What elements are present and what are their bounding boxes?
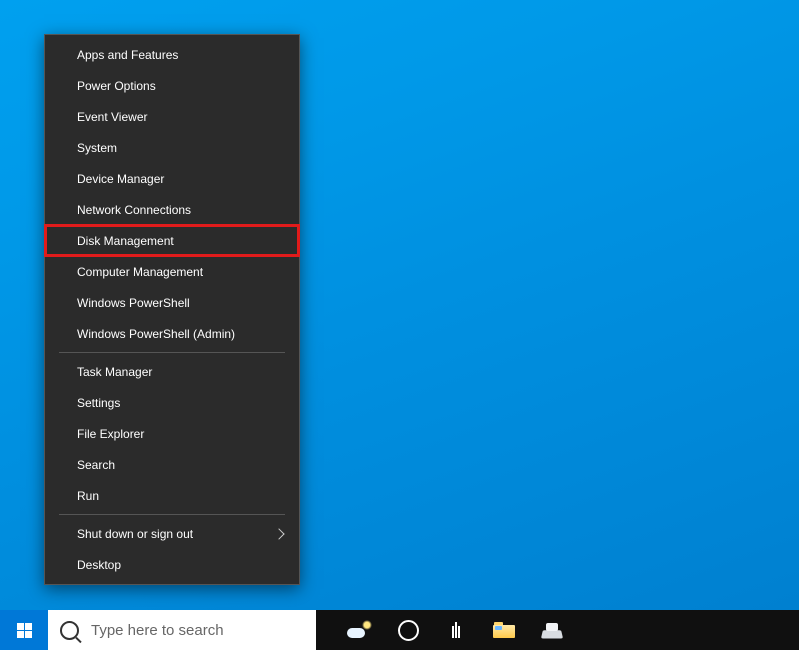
winx-item-device-manager[interactable]: Device Manager xyxy=(45,163,299,194)
search-box[interactable]: Type here to search xyxy=(48,610,316,650)
menu-item-label: Power Options xyxy=(77,79,156,93)
start-button[interactable] xyxy=(0,610,48,650)
menu-item-label: Windows PowerShell (Admin) xyxy=(77,327,235,341)
menu-item-label: System xyxy=(77,141,117,155)
winx-item-apps-and-features[interactable]: Apps and Features xyxy=(45,39,299,70)
taskbar: Type here to search xyxy=(0,610,799,650)
menu-item-label: Settings xyxy=(77,396,120,410)
menu-item-label: Device Manager xyxy=(77,172,164,186)
winx-item-windows-powershell-admin[interactable]: Windows PowerShell (Admin) xyxy=(45,318,299,349)
winx-item-network-connections[interactable]: Network Connections xyxy=(45,194,299,225)
task-view-button[interactable] xyxy=(432,610,480,650)
winx-item-run[interactable]: Run xyxy=(45,480,299,511)
menu-item-label: Disk Management xyxy=(77,234,174,248)
chevron-right-icon xyxy=(273,528,284,539)
winx-item-settings[interactable]: Settings xyxy=(45,387,299,418)
aomei-app-taskbar-icon[interactable] xyxy=(528,610,576,650)
winx-item-task-manager[interactable]: Task Manager xyxy=(45,356,299,387)
menu-item-label: Shut down or sign out xyxy=(77,527,193,541)
cortana-button[interactable] xyxy=(384,610,432,650)
menu-item-label: Windows PowerShell xyxy=(77,296,190,310)
menu-item-label: Computer Management xyxy=(77,265,203,279)
windows-logo-icon xyxy=(17,623,32,638)
file-explorer-taskbar-icon[interactable] xyxy=(480,610,528,650)
winx-item-power-options[interactable]: Power Options xyxy=(45,70,299,101)
winx-item-disk-management[interactable]: Disk Management xyxy=(45,225,299,256)
cortana-ring-icon xyxy=(398,620,419,641)
winx-item-file-explorer[interactable]: File Explorer xyxy=(45,418,299,449)
search-placeholder-text: Type here to search xyxy=(91,622,224,639)
weather-widget[interactable] xyxy=(336,610,384,650)
winx-item-event-viewer[interactable]: Event Viewer xyxy=(45,101,299,132)
task-view-icon xyxy=(452,622,460,638)
menu-separator xyxy=(59,514,285,515)
menu-item-label: Apps and Features xyxy=(77,48,178,62)
folder-icon xyxy=(493,622,515,638)
winx-item-windows-powershell[interactable]: Windows PowerShell xyxy=(45,287,299,318)
weather-icon xyxy=(345,620,375,640)
winx-item-desktop[interactable]: Desktop xyxy=(45,549,299,580)
menu-item-label: File Explorer xyxy=(77,427,144,441)
menu-item-label: Search xyxy=(77,458,115,472)
menu-item-label: Network Connections xyxy=(77,203,191,217)
winx-power-user-menu: Apps and Features Power Options Event View… xyxy=(44,34,300,585)
search-icon xyxy=(60,621,79,640)
winx-item-shut-down-or-sign-out[interactable]: Shut down or sign out xyxy=(45,518,299,549)
winx-item-computer-management[interactable]: Computer Management xyxy=(45,256,299,287)
menu-item-label: Desktop xyxy=(77,558,121,572)
winx-item-system[interactable]: System xyxy=(45,132,299,163)
menu-separator xyxy=(59,352,285,353)
disk-app-icon xyxy=(542,621,562,639)
menu-item-label: Task Manager xyxy=(77,365,152,379)
menu-item-label: Run xyxy=(77,489,99,503)
menu-item-label: Event Viewer xyxy=(77,110,147,124)
winx-item-search[interactable]: Search xyxy=(45,449,299,480)
